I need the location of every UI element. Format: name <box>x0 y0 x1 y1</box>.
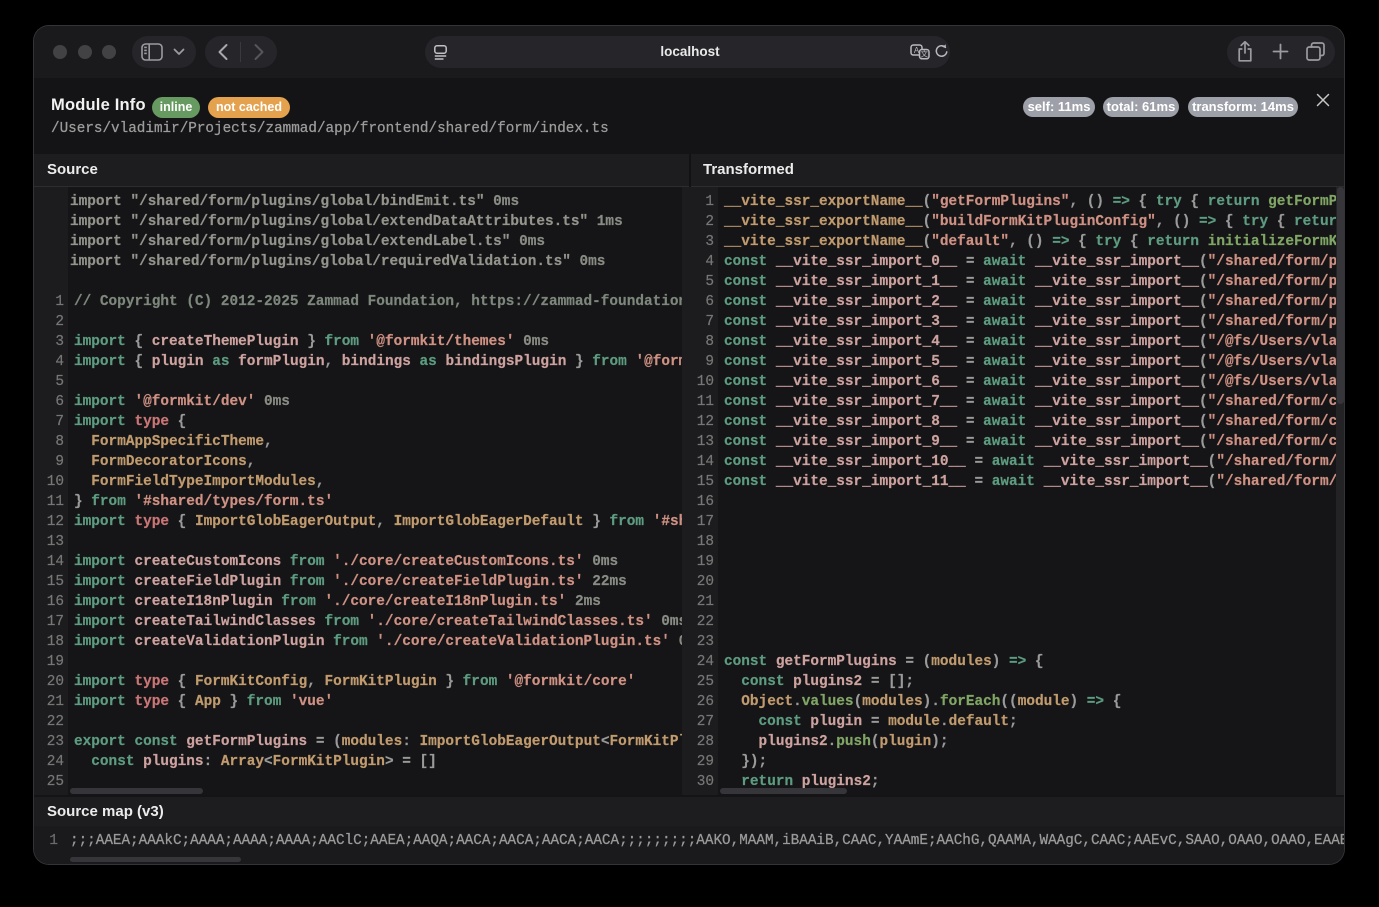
svg-text:文: 文 <box>920 49 928 59</box>
